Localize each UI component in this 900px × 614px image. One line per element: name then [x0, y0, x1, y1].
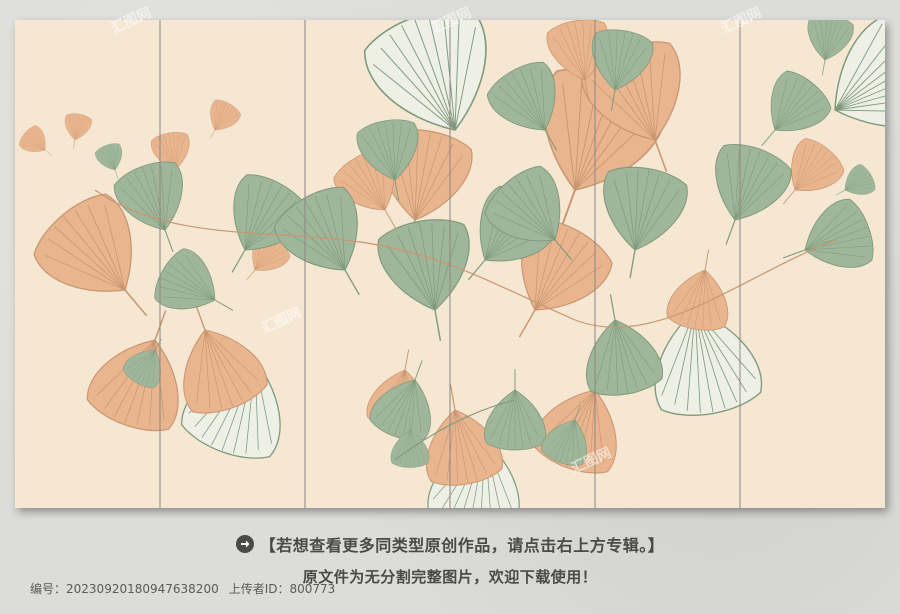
arrow-right-circle-icon [235, 535, 254, 553]
caption-text-1: 【若想查看更多同类型原创作品，请点击右上方专辑。】 [259, 536, 665, 555]
caption-line-1: 【若想查看更多同类型原创作品，请点击右上方专辑。】 [0, 532, 900, 556]
id-value: 20230920180947638200 [66, 582, 219, 596]
ginkgo-wall-mural [15, 20, 885, 508]
image-meta: 编号：20230920180947638200 上传者ID：800773 [30, 580, 335, 597]
id-label: 编号： [30, 582, 67, 596]
ginkgo-artwork [15, 20, 885, 508]
uploader-value: 800773 [289, 582, 336, 596]
uploader-label: 上传者ID： [228, 582, 290, 596]
